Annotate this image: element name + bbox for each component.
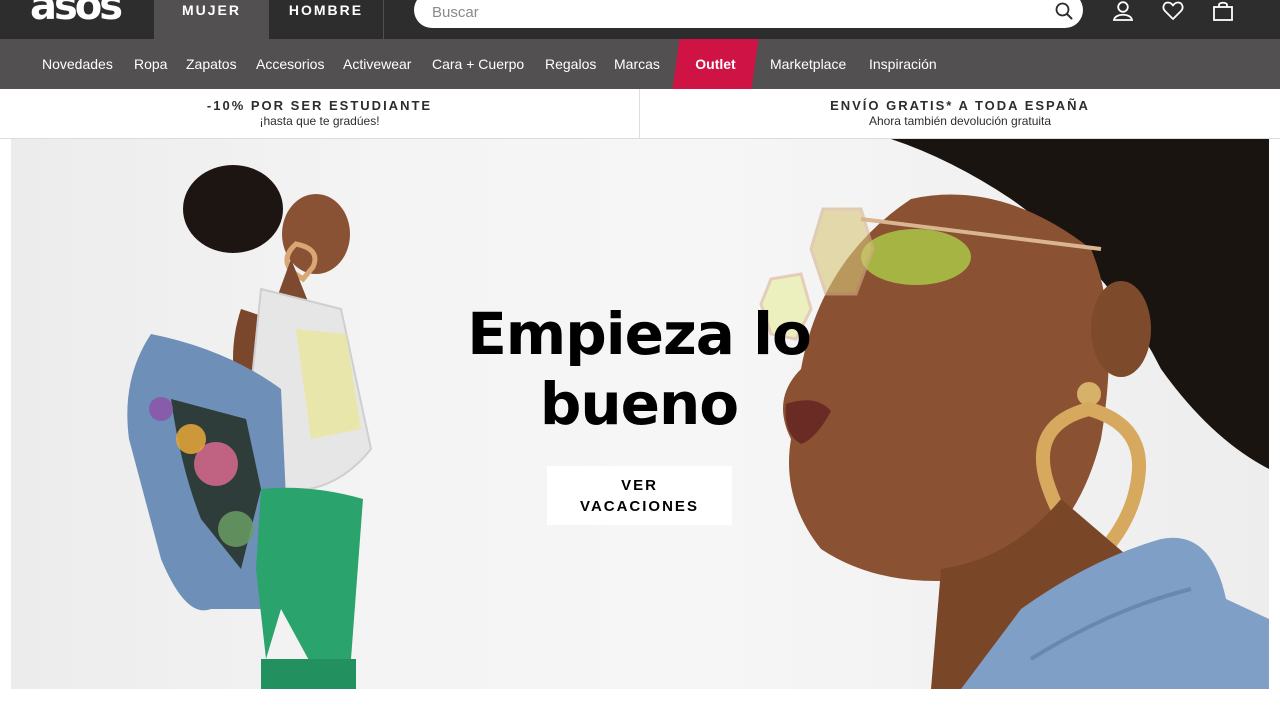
account-icon[interactable] [1110,0,1136,22]
nav-item-regalos[interactable]: Regalos [545,39,596,89]
hero-banner[interactable]: Empieza lo bueno VER VACACIONES [11,139,1269,689]
category-nav: Novedades Ropa Zapatos Accesorios Active… [0,39,1280,89]
promo-shipping[interactable]: ENVÍO GRATIS* A TODA ESPAÑA Ahora tambié… [640,89,1280,138]
hero-title-line2: bueno [539,370,739,438]
nav-item-novedades[interactable]: Novedades [42,39,113,89]
cta-line1: VER [621,476,658,494]
nav-item-accesorios[interactable]: Accesorios [256,39,324,89]
top-bar: asos MUJER HOMBRE [0,0,1280,39]
tab-mujer[interactable]: MUJER [154,0,269,39]
search-input[interactable] [430,0,1034,24]
nav-item-cara-cuerpo[interactable]: Cara + Cuerpo [432,39,524,89]
left-model-illustration [127,165,373,689]
promo-shipping-title: ENVÍO GRATIS* A TODA ESPAÑA [830,98,1090,113]
promo-strip: -10% POR SER ESTUDIANTE ¡hasta que te gr… [0,89,1280,139]
bag-icon[interactable] [1210,0,1236,22]
heart-icon[interactable] [1160,0,1186,22]
nav-item-activewear[interactable]: Activewear [343,39,411,89]
nav-item-marcas[interactable]: Marcas [614,39,660,89]
search-bar [414,0,1083,28]
nav-item-zapatos[interactable]: Zapatos [186,39,237,89]
outlet-label: Outlet [695,56,736,72]
tab-hombre[interactable]: HOMBRE [269,0,384,39]
promo-student-title: -10% POR SER ESTUDIANTE [206,98,433,113]
asos-logo[interactable]: asos [30,0,123,26]
nav-item-ropa[interactable]: Ropa [134,39,167,89]
promo-student-subtitle: ¡hasta que te gradúes! [259,114,380,128]
ver-vacaciones-button[interactable]: VER VACACIONES [547,466,732,525]
nav-item-inspiracion[interactable]: Inspiración [869,39,937,89]
promo-student[interactable]: -10% POR SER ESTUDIANTE ¡hasta que te gr… [0,89,640,138]
promo-shipping-subtitle: Ahora también devolución gratuita [868,114,1052,128]
nav-item-marketplace[interactable]: Marketplace [770,39,846,89]
cta-line2: VACACIONES [580,497,699,515]
hero-title-line1: Empieza lo [467,300,812,368]
search-icon[interactable] [1053,0,1075,22]
nav-item-outlet[interactable]: Outlet [672,39,759,89]
hero-title: Empieza lo bueno [431,299,847,439]
